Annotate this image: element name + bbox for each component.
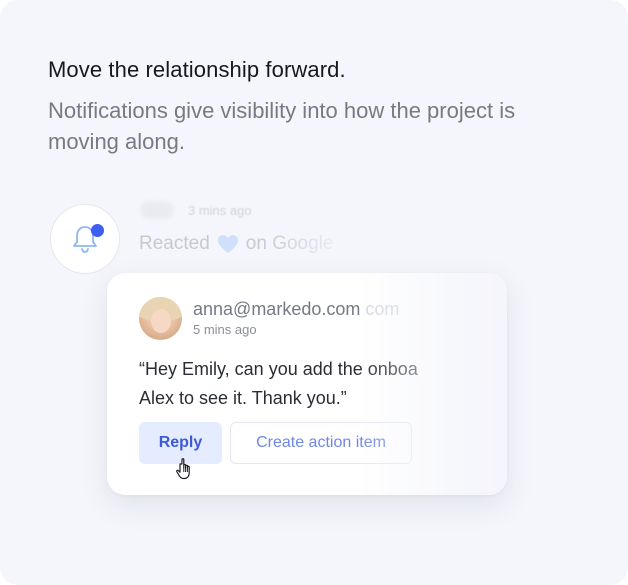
faded-avatar [140,201,174,219]
heart-icon [216,233,240,255]
avatar [139,297,182,340]
feature-panel: Move the relationship forward. Notificat… [0,0,628,585]
sender-line: anna@markedo.com com [193,299,399,320]
faded-time: 3 mins ago [188,202,252,218]
subtext: Notifications give visibility into how t… [48,98,516,154]
sender-email: anna@markedo.com [193,299,361,319]
faded-overlay [260,190,390,270]
sender-suffix: com [365,299,400,319]
faded-reacted-label: Reacted [139,233,210,254]
create-action-item-button[interactable]: Create action item [230,422,412,464]
message-line-1: “Hey Emily, can you add the onboa [139,359,418,379]
notification-bell-badge[interactable] [50,204,120,274]
message-text: “Hey Emily, can you add the onboa Alex t… [139,355,418,413]
hand-pointer-icon [176,458,190,480]
message-line-2: Alex to see it. Thank you.” [139,388,347,408]
headline: Move the relationship forward. [48,57,346,82]
notification-card: anna@markedo.com com 5 mins ago “Hey Emi… [107,273,507,495]
notification-time: 5 mins ago [193,322,257,337]
faded-notification-meta: 3 mins ago [140,200,252,220]
unread-dot [91,224,104,237]
